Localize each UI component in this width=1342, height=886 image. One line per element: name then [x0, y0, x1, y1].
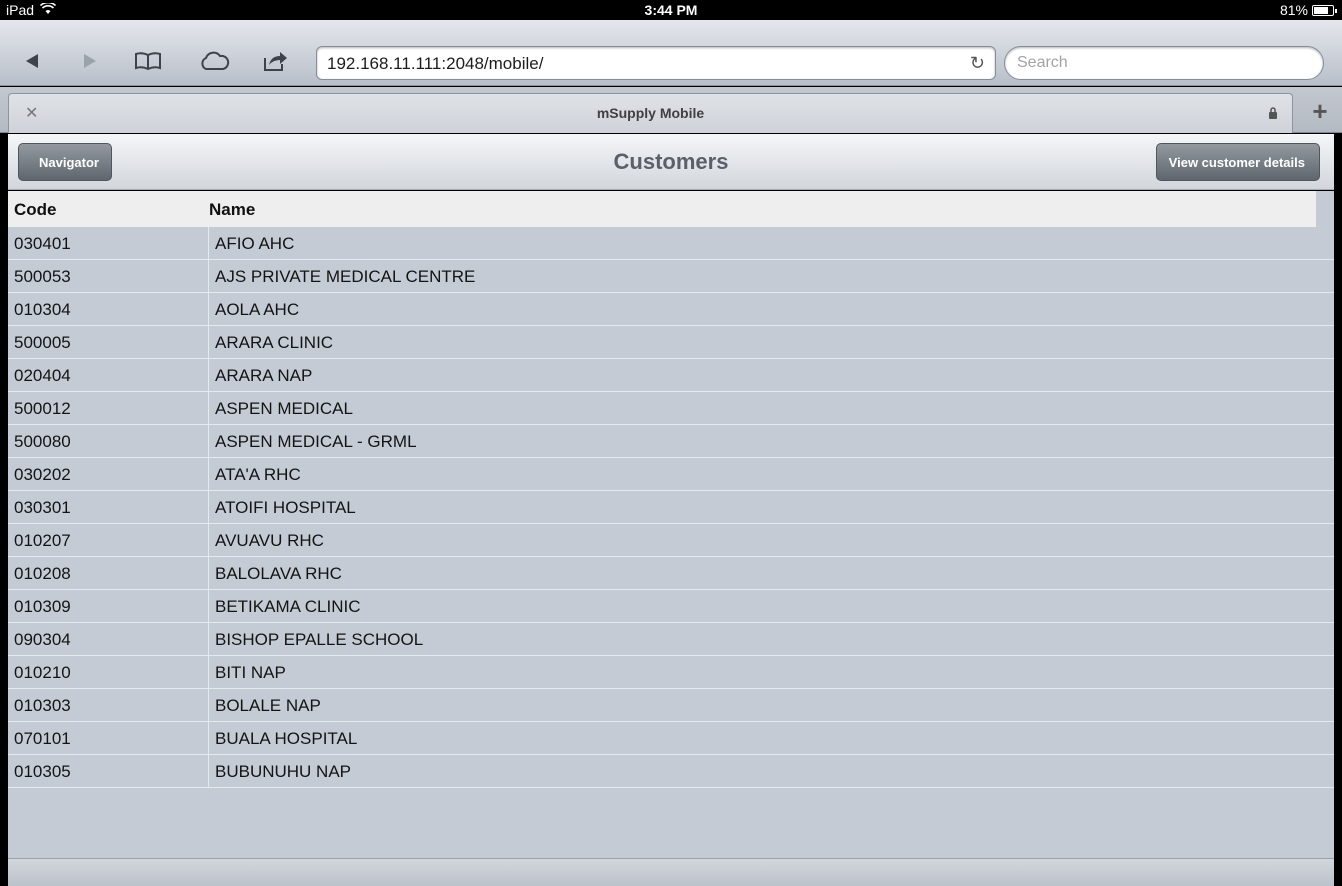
- view-customer-details-button[interactable]: View customer details: [1155, 143, 1320, 181]
- customer-list[interactable]: Code Name 030401 AFIO AHC 500053 AJS PRIVAT…: [8, 191, 1334, 858]
- customer-name: BISHOP EPALLE SCHOOL: [215, 630, 424, 649]
- table-row[interactable]: 010304 AOLA AHC: [8, 293, 1334, 326]
- forward-arrow-icon[interactable]: [80, 46, 100, 76]
- tab-strip: ✕ mSupply Mobile +: [0, 87, 1342, 133]
- battery-percent: 81%: [1279, 2, 1308, 18]
- column-divider: [208, 260, 209, 293]
- column-divider: [208, 227, 209, 260]
- customer-name: AVUAVU RHC: [215, 531, 324, 550]
- customer-code: 010207: [14, 531, 71, 550]
- column-divider: [208, 458, 209, 491]
- column-divider: [208, 689, 209, 722]
- table-row[interactable]: 030301 ATOIFI HOSPITAL: [8, 491, 1334, 524]
- customer-name: BALOLAVA RHC: [215, 564, 342, 583]
- customer-name: ASPEN MEDICAL: [215, 399, 353, 418]
- customer-name: ARARA NAP: [215, 366, 313, 385]
- share-icon[interactable]: [262, 46, 288, 76]
- column-header-name[interactable]: Name: [209, 200, 255, 220]
- view-customer-details-label: View customer details: [1168, 155, 1305, 170]
- column-divider: [208, 293, 209, 326]
- customer-code: 070101: [14, 729, 71, 748]
- customer-name: AFIO AHC: [215, 234, 295, 253]
- customer-name: ARARA CLINIC: [215, 333, 334, 352]
- customer-name: BUALA HOSPITAL: [215, 729, 358, 748]
- customer-code: 500053: [14, 267, 71, 286]
- table-row[interactable]: 500080 ASPEN MEDICAL - GRML: [8, 425, 1334, 458]
- table-row[interactable]: 030202 ATA'A RHC: [8, 458, 1334, 491]
- column-divider: [208, 623, 209, 656]
- table-row[interactable]: 500005 ARARA CLINIC: [8, 326, 1334, 359]
- tab-title: mSupply Mobile: [596, 105, 705, 121]
- bottom-bar: [8, 858, 1334, 886]
- column-divider: [208, 590, 209, 623]
- bookmarks-icon[interactable]: [134, 46, 162, 76]
- table-row[interactable]: 090304 BISHOP EPALLE SCHOOL: [8, 623, 1334, 656]
- table-body: 030401 AFIO AHC 500053 AJS PRIVATE MEDICAL …: [8, 227, 1334, 788]
- table-row[interactable]: 010309 BETIKAMA CLINIC: [8, 590, 1334, 623]
- browser-tab[interactable]: ✕ mSupply Mobile: [8, 93, 1293, 133]
- status-bar: iPad 3:44 PM 81%: [0, 0, 1342, 20]
- status-time: 3:44 PM: [644, 2, 698, 18]
- customer-code: 010303: [14, 696, 71, 715]
- customer-code: 010210: [14, 663, 71, 682]
- customer-code: 010304: [14, 300, 71, 319]
- customer-name: BITI NAP: [215, 663, 286, 682]
- customer-name: ATA'A RHC: [215, 465, 301, 484]
- customer-code: 010208: [14, 564, 71, 583]
- column-divider: [208, 491, 209, 524]
- table-row[interactable]: 010210 BITI NAP: [8, 656, 1334, 689]
- customer-name: BETIKAMA CLINIC: [215, 597, 361, 616]
- customer-code: 500012: [14, 399, 71, 418]
- customer-code: 010309: [14, 597, 71, 616]
- table-row[interactable]: 010208 BALOLAVA RHC: [8, 557, 1334, 590]
- table-row[interactable]: 010305 BUBUNUHU NAP: [8, 755, 1334, 788]
- customer-code: 030301: [14, 498, 71, 517]
- table-row[interactable]: 500053 AJS PRIVATE MEDICAL CENTRE: [8, 260, 1334, 293]
- customer-code: 010305: [14, 762, 71, 781]
- column-divider: [208, 557, 209, 590]
- customer-name: ATOIFI HOSPITAL: [215, 498, 356, 517]
- app-header: Navigator Customers View customer detail…: [8, 134, 1334, 190]
- back-arrow-icon[interactable]: [22, 46, 42, 76]
- reload-icon[interactable]: ↻: [970, 53, 985, 74]
- search-input[interactable]: Search: [1004, 46, 1324, 80]
- customer-code: 090304: [14, 630, 71, 649]
- cloud-icon[interactable]: [198, 46, 230, 76]
- table-row[interactable]: 500012 ASPEN MEDICAL: [8, 392, 1334, 425]
- table-header: Code Name: [8, 191, 1316, 227]
- customer-name: ASPEN MEDICAL - GRML: [215, 432, 417, 451]
- table-row[interactable]: 010303 BOLALE NAP: [8, 689, 1334, 722]
- new-tab-icon[interactable]: +: [1302, 93, 1338, 133]
- search-placeholder: Search: [1017, 54, 1068, 71]
- column-divider: [208, 722, 209, 755]
- column-divider: [208, 755, 209, 788]
- url-text: 192.168.11.111:2048/mobile/: [327, 54, 544, 73]
- customer-name: BUBUNUHU NAP: [215, 762, 352, 781]
- lock-icon: [1268, 106, 1278, 124]
- table-row[interactable]: 020404 ARARA NAP: [8, 359, 1334, 392]
- browser-toolbar: 192.168.11.111:2048/mobile/ ↻ Search: [0, 20, 1342, 86]
- table-row[interactable]: 070101 BUALA HOSPITAL: [8, 722, 1334, 755]
- customer-code: 500005: [14, 333, 71, 352]
- column-divider: [208, 326, 209, 359]
- table-row[interactable]: 010207 AVUAVU RHC: [8, 524, 1334, 557]
- column-divider: [208, 392, 209, 425]
- column-header-code[interactable]: Code: [14, 200, 57, 220]
- customer-code: 500080: [14, 432, 71, 451]
- customer-name: BOLALE NAP: [215, 696, 321, 715]
- page-title: Customers: [613, 149, 729, 174]
- column-divider: [208, 359, 209, 392]
- column-divider: [208, 524, 209, 557]
- customer-code: 020404: [14, 366, 71, 385]
- customer-name: AOLA AHC: [215, 300, 300, 319]
- customer-code: 030202: [14, 465, 71, 484]
- column-divider: [208, 656, 209, 689]
- column-divider: [208, 425, 209, 458]
- customer-code: 030401: [14, 234, 71, 253]
- battery-icon: [1312, 4, 1337, 16]
- table-row[interactable]: 030401 AFIO AHC: [8, 227, 1334, 260]
- customer-name: AJS PRIVATE MEDICAL CENTRE: [215, 267, 476, 286]
- url-field[interactable]: 192.168.11.111:2048/mobile/ ↻: [316, 46, 996, 80]
